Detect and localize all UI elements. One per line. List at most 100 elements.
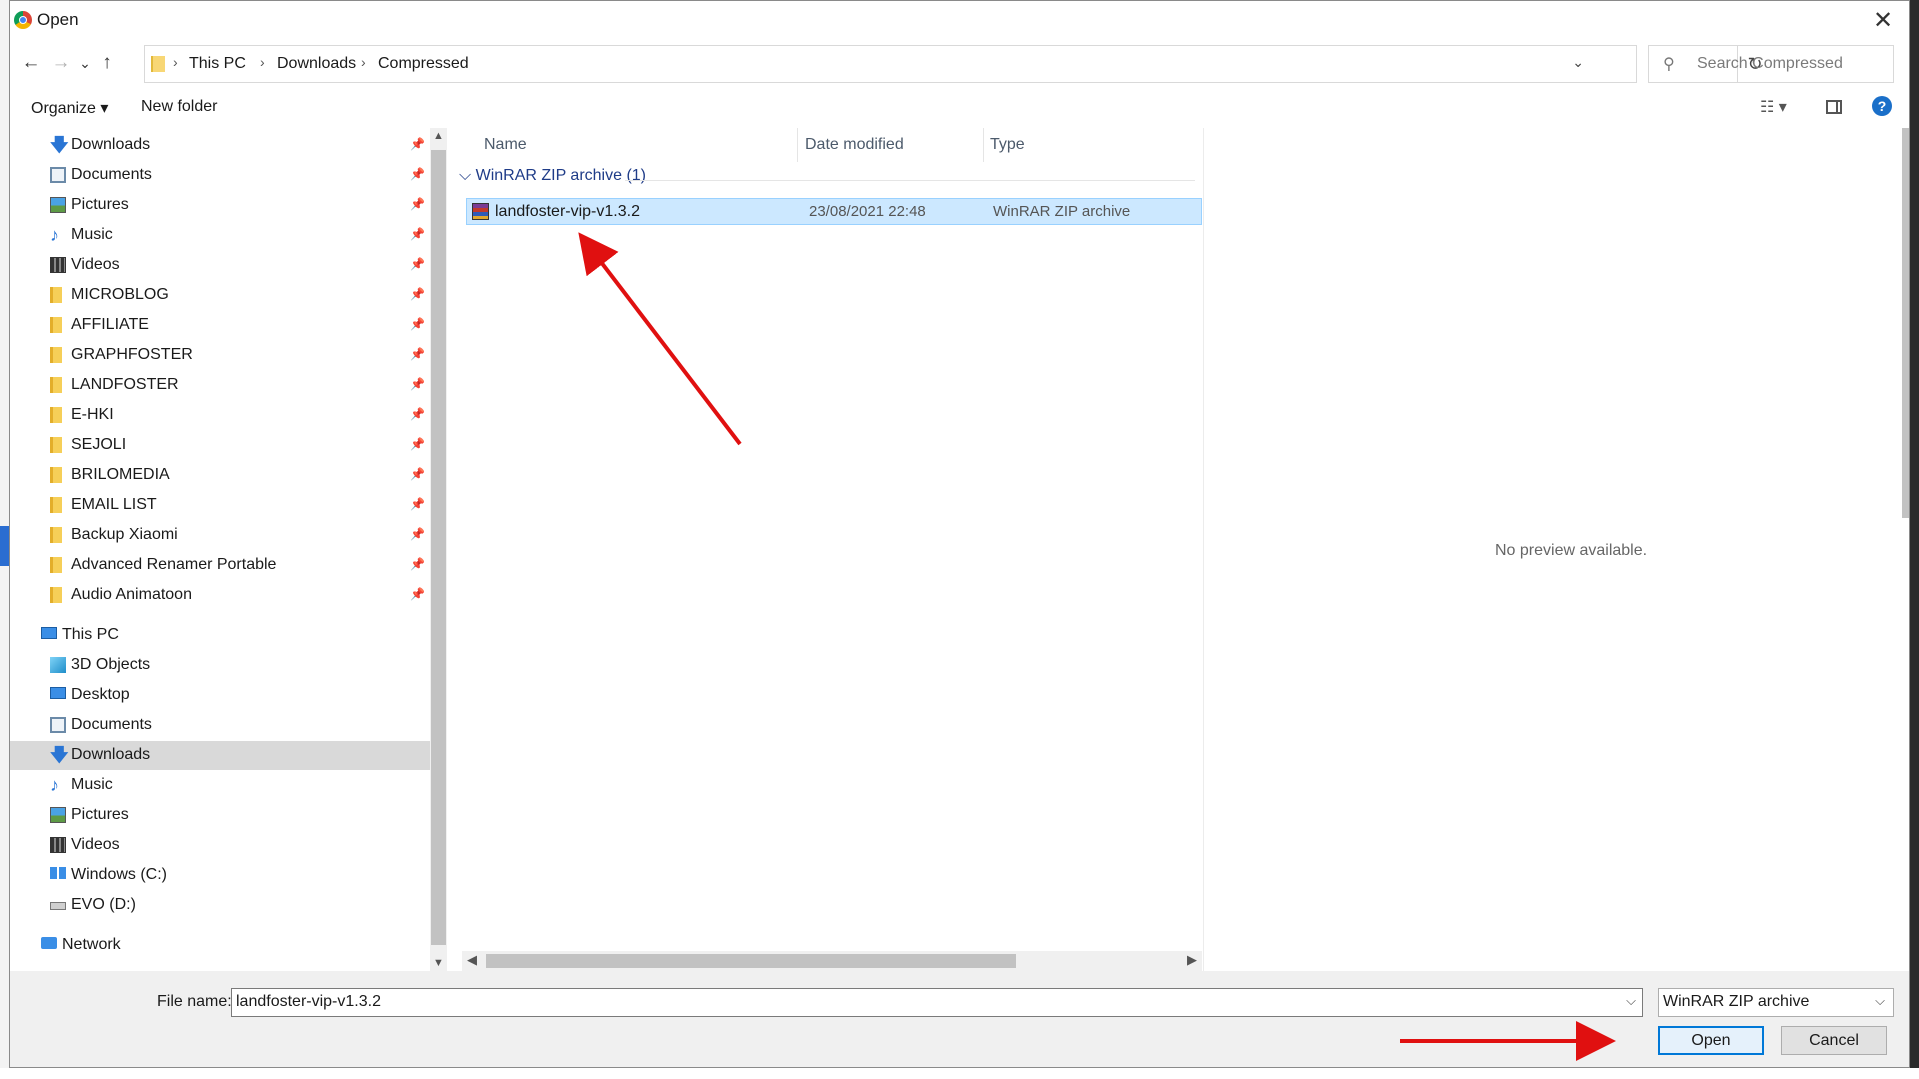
navigation-pane-scrollbar[interactable]: ▲ ▼ xyxy=(430,128,447,971)
preview-scrollbar[interactable] xyxy=(1902,128,1909,518)
sidebar-item-sejoli[interactable]: SEJOLI 📌 xyxy=(10,431,430,460)
sidebar-item-videos[interactable]: Videos 📌 xyxy=(10,251,430,280)
sidebar-item-pictures[interactable]: Pictures 📌 xyxy=(10,191,430,220)
windows-drive-icon xyxy=(50,867,66,879)
breadcrumb-downloads[interactable]: Downloads xyxy=(277,55,356,73)
scroll-up-icon[interactable]: ▲ xyxy=(430,130,447,142)
help-icon[interactable]: ? xyxy=(1872,96,1892,116)
sidebar-item-downloads[interactable]: 🡇 Downloads 📌 xyxy=(10,131,430,160)
address-bar[interactable]: › This PC › Downloads › Compressed ⌄ ↻ xyxy=(144,45,1763,83)
pin-icon[interactable]: 📌 xyxy=(410,557,425,571)
sidebar-item-graphfoster[interactable]: GRAPHFOSTER 📌 xyxy=(10,341,430,370)
preview-pane-icon[interactable] xyxy=(1826,100,1842,114)
group-divider xyxy=(625,180,1195,181)
column-divider[interactable] xyxy=(797,128,798,162)
horizontal-scrollbar[interactable]: ◀ ▶ xyxy=(462,951,1202,971)
sidebar-item-landfoster[interactable]: LANDFOSTER 📌 xyxy=(10,371,430,400)
up-arrow-icon[interactable]: ↑ xyxy=(94,49,120,77)
sidebar-item-videos[interactable]: Videos xyxy=(10,831,430,860)
file-type: WinRAR ZIP archive xyxy=(993,203,1130,220)
sidebar-item-evo-d[interactable]: EVO (D:) xyxy=(10,891,430,920)
search-box[interactable]: ⚲ Search Compressed xyxy=(1648,45,1894,83)
scrollbar-thumb[interactable] xyxy=(486,954,1016,968)
open-button[interactable]: Open xyxy=(1658,1026,1764,1055)
column-divider[interactable] xyxy=(983,128,984,162)
column-header-date-modified[interactable]: Date modified xyxy=(805,136,904,154)
sidebar-item-advanced-renamer-portable[interactable]: Advanced Renamer Portable 📌 xyxy=(10,551,430,580)
pin-icon[interactable]: 📌 xyxy=(410,587,425,601)
sidebar-item-windows-c[interactable]: Windows (C:) xyxy=(10,861,430,890)
pin-icon[interactable]: 📌 xyxy=(410,377,425,391)
sidebar-item-network[interactable]: Network xyxy=(10,931,430,960)
sidebar-item-documents[interactable]: Documents 📌 xyxy=(10,161,430,190)
pin-icon[interactable]: 📌 xyxy=(410,467,425,481)
folder-icon xyxy=(50,287,62,303)
file-name-input[interactable]: landfoster-vip-v1.3.2 ⌵ xyxy=(231,988,1643,1017)
breadcrumb-compressed[interactable]: Compressed xyxy=(378,55,469,73)
scroll-right-icon[interactable]: ▶ xyxy=(1187,952,1197,968)
folder-icon xyxy=(50,347,62,363)
pin-icon[interactable]: 📌 xyxy=(410,197,425,211)
preview-pane: No preview available. xyxy=(1203,128,1909,971)
file-date-modified: 23/08/2021 22:48 xyxy=(809,203,926,220)
sidebar-item-downloads[interactable]: 🡇 Downloads xyxy=(10,741,430,770)
sidebar-item-microblog[interactable]: MICROBLOG 📌 xyxy=(10,281,430,310)
sidebar-item-brilomedia[interactable]: BRILOMEDIA 📌 xyxy=(10,461,430,490)
close-button[interactable]: ✕ xyxy=(1863,3,1903,39)
sidebar-item-label: Documents xyxy=(71,716,152,733)
back-arrow-icon[interactable]: ← xyxy=(18,49,44,77)
scroll-down-icon[interactable]: ▼ xyxy=(430,957,447,969)
sidebar-item-3d-objects[interactable]: 3D Objects xyxy=(10,651,430,680)
chevron-down-icon[interactable]: ⌵ xyxy=(1626,993,1636,1009)
sidebar-item-affiliate[interactable]: AFFILIATE 📌 xyxy=(10,311,430,340)
sidebar-item-desktop[interactable]: Desktop xyxy=(10,681,430,710)
view-options-icon[interactable]: ☷ ▾ xyxy=(1760,97,1787,117)
sidebar-item-e-hki[interactable]: E-HKI 📌 xyxy=(10,401,430,430)
pin-icon[interactable]: 📌 xyxy=(410,227,425,241)
download-arrow-icon: 🡇 xyxy=(50,135,69,155)
file-type-select[interactable]: WinRAR ZIP archive ⌵ xyxy=(1658,988,1894,1017)
forward-arrow-icon[interactable]: → xyxy=(48,49,74,77)
cancel-button[interactable]: Cancel xyxy=(1781,1026,1887,1055)
file-row[interactable]: landfoster-vip-v1.3.2 23/08/2021 22:48 W… xyxy=(466,198,1202,225)
sidebar-item-music[interactable]: ♪ Music 📌 xyxy=(10,221,430,250)
address-history-chevron-icon[interactable]: ⌄ xyxy=(1572,54,1584,71)
command-toolbar: Organize ▾ New folder ☷ ▾ ? xyxy=(10,89,1909,127)
pin-icon[interactable]: 📌 xyxy=(410,257,425,271)
3d-objects-icon xyxy=(50,657,66,673)
pin-icon[interactable]: 📌 xyxy=(410,137,425,151)
sidebar-item-documents[interactable]: Documents xyxy=(10,711,430,740)
column-header-name[interactable]: Name xyxy=(484,136,527,154)
pin-icon[interactable]: 📌 xyxy=(410,437,425,451)
sidebar-item-music[interactable]: ♪ Music xyxy=(10,771,430,800)
sidebar-item-pictures[interactable]: Pictures xyxy=(10,801,430,830)
videos-icon xyxy=(50,257,66,273)
pin-icon[interactable]: 📌 xyxy=(410,527,425,541)
sidebar-item-audio-animatoon[interactable]: Audio Animatoon 📌 xyxy=(10,581,430,610)
pin-icon[interactable]: 📌 xyxy=(410,407,425,421)
group-header[interactable]: ⌵ WinRAR ZIP archive (1) xyxy=(459,167,646,185)
folder-icon xyxy=(50,557,62,573)
sidebar-item-label: Documents xyxy=(71,166,152,183)
pin-icon[interactable]: 📌 xyxy=(410,347,425,361)
organize-button[interactable]: Organize ▾ xyxy=(31,98,108,118)
pin-icon[interactable]: 📌 xyxy=(410,287,425,301)
scroll-left-icon[interactable]: ◀ xyxy=(467,952,477,968)
breadcrumb-this-pc[interactable]: This PC xyxy=(189,55,246,73)
breadcrumb-separator: › xyxy=(361,54,366,70)
open-file-dialog: Open ✕ ← → ⌄ ↑ › This PC › Downloads › C… xyxy=(9,0,1910,1068)
column-header-type[interactable]: Type xyxy=(990,136,1025,154)
new-folder-button[interactable]: New folder xyxy=(141,98,217,116)
pin-icon[interactable]: 📌 xyxy=(410,317,425,331)
chevron-down-icon[interactable]: ⌵ xyxy=(1875,993,1885,1009)
pin-icon[interactable]: 📌 xyxy=(410,497,425,511)
scrollbar-thumb[interactable] xyxy=(431,150,446,945)
sidebar-item-label: EMAIL LIST xyxy=(71,496,157,513)
sidebar-item-email-list[interactable]: EMAIL LIST 📌 xyxy=(10,491,430,520)
sidebar-item-label: Downloads xyxy=(71,746,151,763)
documents-icon xyxy=(50,717,66,733)
sidebar-item-backup-xiaomi[interactable]: Backup Xiaomi 📌 xyxy=(10,521,430,550)
pin-icon[interactable]: 📌 xyxy=(410,167,425,181)
title-bar: Open ✕ xyxy=(10,1,1909,41)
sidebar-item-this-pc[interactable]: This PC xyxy=(10,621,430,650)
